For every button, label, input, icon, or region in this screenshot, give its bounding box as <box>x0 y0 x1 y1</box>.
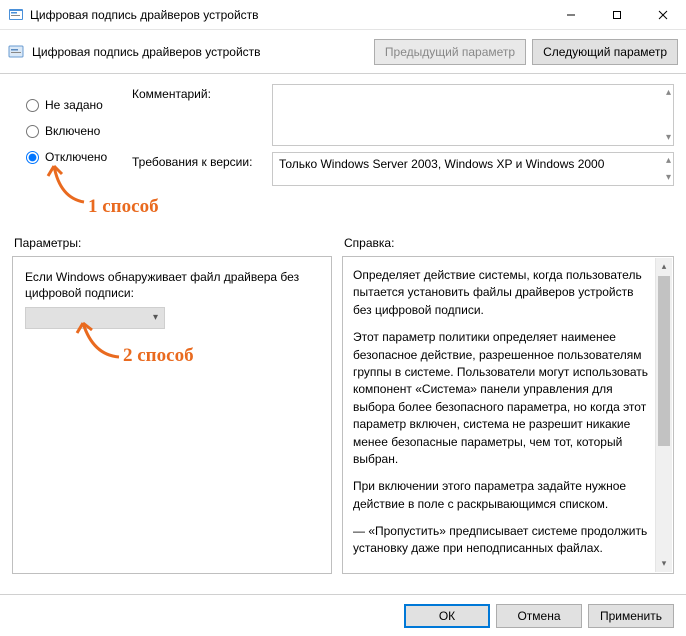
main-area: Не задано Включено Отключено Комментарий… <box>0 74 686 574</box>
parameters-pane: Если Windows обнаруживает файл драйвера … <box>12 256 332 574</box>
comment-textarea[interactable]: ▴ ▾ <box>272 84 674 146</box>
radio-disabled[interactable]: Отключено <box>26 146 136 168</box>
help-label: Справка: <box>342 236 674 250</box>
radio-not-configured-input[interactable] <box>26 99 39 112</box>
version-label: Требования к версии: <box>132 152 272 169</box>
help-p1: Определяет действие системы, когда польз… <box>353 267 649 319</box>
app-icon <box>8 7 24 23</box>
scroll-down-icon[interactable]: ▾ <box>656 555 672 572</box>
header-title: Цифровая подпись драйверов устройств <box>32 45 368 59</box>
window-title: Цифровая подпись драйверов устройств <box>30 8 548 22</box>
next-setting-button[interactable]: Следующий параметр <box>532 39 678 65</box>
footer: ОК Отмена Применить <box>0 594 686 636</box>
state-radiogroup: Не задано Включено Отключено <box>26 94 136 172</box>
annotation-2: 2 способ <box>123 345 194 367</box>
help-p3: При включении этого параметра задайте ну… <box>353 478 649 513</box>
chevron-up-icon: ▴ <box>666 155 671 166</box>
chevron-down-icon: ▾ <box>153 312 158 323</box>
version-text: Только Windows Server 2003, Windows XP и… <box>279 157 604 171</box>
action-combobox[interactable]: ▾ <box>25 307 165 329</box>
radio-enabled-input[interactable] <box>26 125 39 138</box>
chevron-down-icon: ▾ <box>666 172 671 183</box>
radio-disabled-label: Отключено <box>45 150 107 164</box>
previous-setting-button[interactable]: Предыдущий параметр <box>374 39 526 65</box>
radio-not-configured[interactable]: Не задано <box>26 94 136 116</box>
minimize-button[interactable] <box>548 0 594 30</box>
chevron-down-icon: ▾ <box>666 132 671 143</box>
radio-enabled[interactable]: Включено <box>26 120 136 142</box>
comment-label: Комментарий: <box>132 84 272 101</box>
close-button[interactable] <box>640 0 686 30</box>
radio-not-configured-label: Не задано <box>45 98 103 112</box>
apply-button[interactable]: Применить <box>588 604 674 628</box>
parameters-label: Параметры: <box>12 236 342 250</box>
scroll-up-icon[interactable]: ▴ <box>656 258 672 275</box>
header: Цифровая подпись драйверов устройств Пре… <box>0 30 686 74</box>
help-text: Определяет действие системы, когда польз… <box>353 267 669 563</box>
radio-enabled-label: Включено <box>45 124 100 138</box>
help-p2: Этот параметр политики определяет наимен… <box>353 329 649 468</box>
parameters-text: Если Windows обнаруживает файл драйвера … <box>25 269 319 301</box>
radio-disabled-input[interactable] <box>26 151 39 164</box>
annotation-1: 1 способ <box>88 196 159 218</box>
help-p4: — «Пропустить» предписывает системе прод… <box>353 523 649 558</box>
window-controls <box>548 0 686 30</box>
chevron-up-icon: ▴ <box>666 87 671 98</box>
scroll-thumb[interactable] <box>658 276 670 446</box>
ok-button[interactable]: ОК <box>404 604 490 628</box>
titlebar: Цифровая подпись драйверов устройств <box>0 0 686 30</box>
maximize-button[interactable] <box>594 0 640 30</box>
help-scrollbar[interactable]: ▴ ▾ <box>655 258 672 572</box>
help-pane: Определяет действие системы, когда польз… <box>342 256 674 574</box>
cancel-button[interactable]: Отмена <box>496 604 582 628</box>
policy-icon <box>8 44 24 60</box>
section-labels: Параметры: Справка: <box>12 236 674 250</box>
version-requirements-box: Только Windows Server 2003, Windows XP и… <box>272 152 674 186</box>
